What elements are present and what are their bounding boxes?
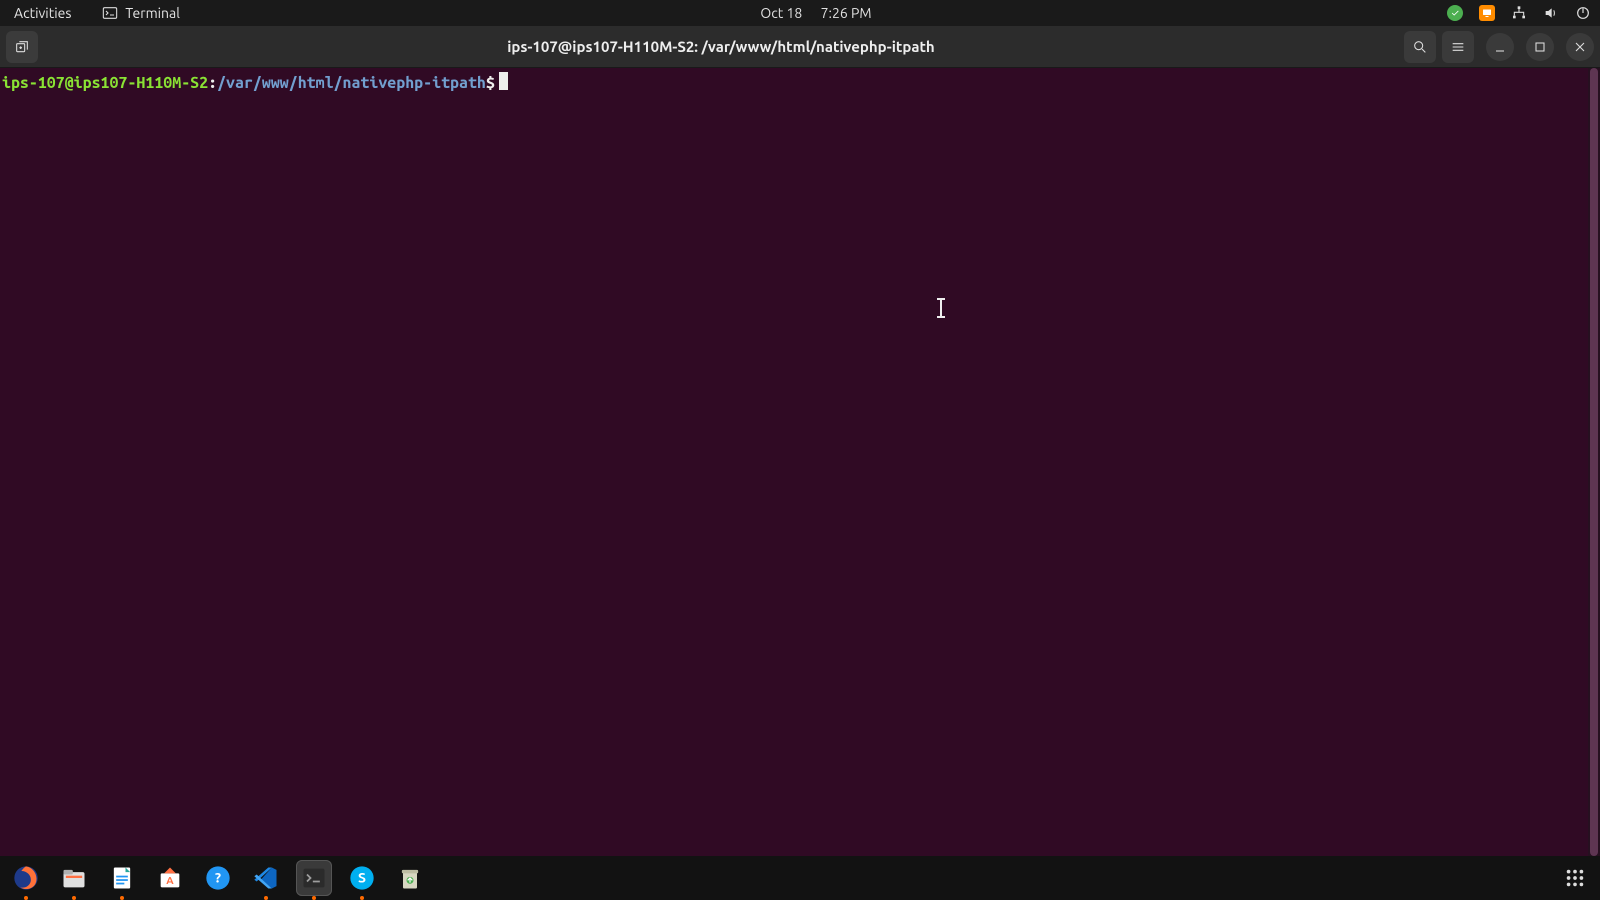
dock-item-libreoffice[interactable] [104, 860, 140, 896]
minimize-button[interactable] [1486, 33, 1514, 61]
dock: A ? S [0, 856, 1600, 900]
close-button[interactable] [1566, 33, 1594, 61]
titlebar: ips-107@ips107-H110M-S2: /var/www/html/n… [0, 26, 1600, 68]
power-icon[interactable] [1574, 4, 1592, 22]
dock-item-files[interactable] [56, 860, 92, 896]
mouse-text-cursor-icon [940, 298, 942, 318]
dock-item-firefox[interactable] [8, 860, 44, 896]
terminal-viewport[interactable]: ips-107@ips107-H110M-S2:/var/www/html/na… [0, 68, 1600, 856]
show-applications-button[interactable] [1558, 861, 1592, 895]
text-cursor [499, 72, 508, 90]
prompt-symbol: $ [486, 74, 495, 92]
window-title: ips-107@ips107-H110M-S2: /var/www/html/n… [38, 38, 1404, 55]
volume-icon[interactable] [1542, 4, 1560, 22]
menu-button[interactable] [1442, 31, 1474, 63]
network-tree-icon[interactable] [1510, 4, 1528, 22]
activities-label: Activities [14, 5, 71, 21]
activities-button[interactable]: Activities [8, 3, 77, 23]
time-label: 7:26 PM [821, 5, 872, 21]
svg-text:?: ? [215, 870, 221, 886]
svg-text:S: S [358, 870, 366, 886]
dock-item-software[interactable]: A [152, 860, 188, 896]
prompt-path: /var/www/html/nativephp-itpath [217, 74, 486, 92]
prompt-user-host: ips-107@ips107-H110M-S2 [2, 74, 208, 92]
date-label: Oct 18 [760, 5, 802, 21]
scrollbar-thumb[interactable] [1590, 68, 1598, 856]
dock-item-skype[interactable]: S [344, 860, 380, 896]
maximize-button[interactable] [1526, 33, 1554, 61]
active-app-label: Terminal [125, 5, 180, 21]
dock-item-trash[interactable] [392, 860, 428, 896]
dock-item-vscode[interactable] [248, 860, 284, 896]
active-app-indicator[interactable]: Terminal [95, 2, 186, 24]
search-button[interactable] [1404, 31, 1436, 63]
terminal-window: ips-107@ips107-H110M-S2: /var/www/html/n… [0, 26, 1600, 856]
top-panel: Activities Terminal Oct 18 7:26 PM [0, 0, 1600, 26]
terminal-icon [101, 4, 119, 22]
terminal-scrollbar[interactable] [1588, 68, 1600, 856]
dock-item-terminal[interactable] [296, 860, 332, 896]
svg-text:A: A [166, 874, 174, 886]
prompt-line: ips-107@ips107-H110M-S2:/var/www/html/na… [2, 72, 1598, 93]
updates-icon[interactable] [1446, 4, 1464, 22]
dock-item-help[interactable]: ? [200, 860, 236, 896]
new-tab-button[interactable] [6, 31, 38, 63]
clock-button[interactable]: Oct 18 7:26 PM [754, 3, 877, 23]
screen-share-icon[interactable] [1478, 4, 1496, 22]
